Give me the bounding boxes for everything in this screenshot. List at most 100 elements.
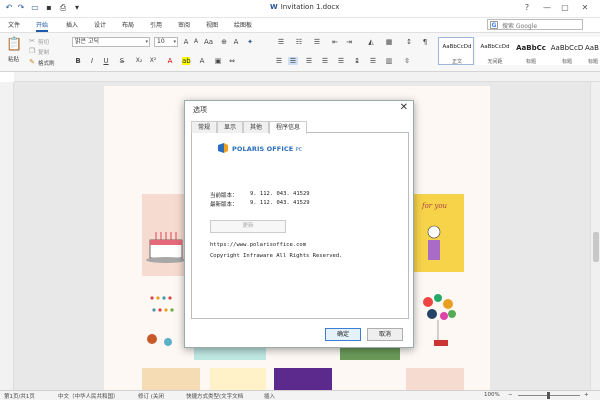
align-left-icon[interactable]: ☰: [274, 57, 284, 65]
happy-birthday-card: [142, 284, 190, 356]
dialog-close-icon[interactable]: ✕: [400, 102, 408, 114]
style-heading-2[interactable]: AaBbCcD 标题: [548, 37, 584, 65]
cancel-button[interactable]: 取消: [367, 328, 403, 341]
copy-icon[interactable]: ❐: [28, 47, 36, 55]
font-color-icon[interactable]: A: [166, 57, 174, 65]
text-effects-icon[interactable]: ✦: [246, 38, 254, 46]
paragraph-spacing-icon[interactable]: ☰: [368, 57, 378, 65]
format-painter-label[interactable]: 格式刷: [38, 59, 55, 67]
insert-mode-indicator[interactable]: 插入: [264, 392, 275, 400]
scrollbar-thumb[interactable]: [593, 232, 599, 262]
tab-file[interactable]: 文件: [8, 20, 20, 29]
line-spacing-icon[interactable]: ↨: [352, 57, 362, 65]
minimize-button[interactable]: —: [540, 2, 554, 14]
latest-version-value: 9. 112. 043. 41529: [250, 200, 310, 206]
redo-icon[interactable]: ↷: [16, 3, 26, 13]
style-no-spacing[interactable]: AaBbCcDd 无间距: [476, 37, 512, 65]
tab-review[interactable]: 审阅: [178, 20, 190, 29]
language-indicator[interactable]: 中文（中华人民共和国）: [58, 392, 119, 400]
help-icon[interactable]: ?: [520, 2, 534, 14]
align-right-icon[interactable]: ☰: [304, 57, 314, 65]
vertical-scrollbar[interactable]: [590, 82, 600, 390]
show-marks-icon[interactable]: ¶: [420, 38, 430, 46]
save-icon[interactable]: ▪: [44, 3, 54, 13]
superscript-icon[interactable]: X²: [148, 57, 158, 65]
ok-button[interactable]: 确定: [325, 328, 361, 341]
input-mode-indicator[interactable]: 快捷方式类型(文字文档: [186, 392, 243, 400]
zoom-out-icon[interactable]: −: [508, 392, 513, 398]
quick-access-dropdown-icon[interactable]: ▾: [72, 3, 82, 13]
paste-icon[interactable]: 📋: [6, 37, 22, 53]
zoom-in-icon[interactable]: +: [584, 392, 589, 398]
zoom-level[interactable]: 100%: [484, 392, 500, 398]
sort-icon[interactable]: ↕: [404, 38, 414, 46]
font-size-select[interactable]: 10 ▾: [154, 37, 178, 47]
page-indicator[interactable]: 第1页/共1页: [4, 392, 35, 400]
tab-layout[interactable]: 布局: [122, 20, 134, 29]
char-shading-icon[interactable]: A: [198, 57, 206, 65]
cut-label[interactable]: 剪切: [38, 38, 49, 46]
change-case-icon[interactable]: Aa: [204, 38, 213, 46]
column-icon[interactable]: ▥: [384, 57, 394, 65]
status-bar: 第1页/共1页 中文（中华人民共和国） 修订 (关闭 快捷方式类型(文字文档 插…: [0, 390, 600, 400]
style-normal[interactable]: AaBbCcDd 正文: [438, 37, 474, 65]
tab-view[interactable]: 视图: [206, 20, 218, 29]
maximize-button[interactable]: ▢: [558, 2, 572, 14]
title-bar: ↶ ↷ ▭ ▪ ⎙ ▾ W Invitation 1.docx ? — ▢ ✕: [0, 0, 600, 18]
align-center-icon[interactable]: ☰: [288, 57, 298, 65]
balloons-card: [408, 286, 466, 356]
tab-drawing-board[interactable]: 绘图板: [234, 20, 252, 29]
bottom-card-5: [406, 368, 464, 390]
increase-indent-icon[interactable]: ⇥: [344, 38, 354, 46]
tab-display[interactable]: 显示: [217, 121, 243, 133]
copy-label[interactable]: 复制: [38, 48, 49, 56]
tab-other[interactable]: 其他: [243, 121, 269, 133]
close-window-button[interactable]: ✕: [578, 2, 592, 14]
distributed-icon[interactable]: ☰: [336, 57, 346, 65]
justify-icon[interactable]: ☰: [320, 57, 330, 65]
tab-insert[interactable]: 插入: [66, 20, 78, 29]
decrease-indent-icon[interactable]: ⇤: [330, 38, 340, 46]
bullets-icon[interactable]: ☰: [276, 38, 286, 46]
char-spacing-icon[interactable]: ⇔: [228, 57, 236, 65]
subscript-icon[interactable]: X₂: [134, 57, 144, 65]
bold-icon[interactable]: B: [74, 57, 82, 65]
phonetic-guide-icon[interactable]: ⊕: [220, 38, 228, 46]
tab-design[interactable]: 设计: [94, 20, 106, 29]
vertical-ruler[interactable]: [0, 82, 14, 390]
track-changes-indicator[interactable]: 修订 (关闭: [138, 392, 164, 400]
tab-general[interactable]: 常规: [191, 121, 217, 133]
font-name-select[interactable]: 맑은 고딕 ▾: [72, 37, 150, 47]
dialog-tabs: 常规 显示 其他 程序信息: [191, 121, 409, 134]
tab-program-info[interactable]: 程序信息: [269, 121, 307, 134]
zoom-slider-thumb[interactable]: [547, 392, 550, 399]
highlight-icon[interactable]: ab: [182, 57, 191, 65]
char-border-icon[interactable]: ▣: [214, 57, 222, 65]
style-heading-1[interactable]: AaBbCc 标题: [512, 37, 548, 65]
strikethrough-icon[interactable]: S̶: [118, 57, 126, 65]
website-url[interactable]: https://www.polarisoffice.com: [210, 242, 306, 248]
update-button[interactable]: 更新: [210, 220, 286, 233]
shrink-font-icon[interactable]: A: [192, 38, 200, 46]
tab-home[interactable]: 开始: [36, 20, 49, 32]
shading-icon[interactable]: ◭: [366, 38, 376, 46]
style-heading-3[interactable]: AaBbCcD 标题: [584, 37, 600, 65]
format-painter-icon[interactable]: ✎: [28, 58, 36, 66]
underline-icon[interactable]: U: [102, 57, 110, 65]
horizontal-ruler[interactable]: [14, 72, 600, 82]
paste-label[interactable]: 粘贴: [8, 55, 19, 63]
print-icon[interactable]: ⎙: [58, 3, 68, 13]
italic-icon[interactable]: I: [88, 57, 96, 65]
text-direction-icon[interactable]: ⇳: [402, 57, 412, 65]
cut-icon[interactable]: ✂: [28, 37, 36, 45]
multilevel-list-icon[interactable]: ☰: [312, 38, 322, 46]
svg-text:for you: for you: [421, 202, 448, 210]
numbering-icon[interactable]: ☷: [294, 38, 304, 46]
undo-icon[interactable]: ↶: [4, 3, 14, 13]
grow-font-icon[interactable]: A: [182, 38, 190, 46]
tab-references[interactable]: 引用: [150, 20, 162, 29]
open-folder-icon[interactable]: ▭: [30, 3, 40, 13]
google-search-box[interactable]: G 搜索 Google: [487, 19, 583, 30]
clear-format-icon[interactable]: A: [232, 38, 240, 46]
borders-icon[interactable]: ▦: [384, 38, 394, 46]
